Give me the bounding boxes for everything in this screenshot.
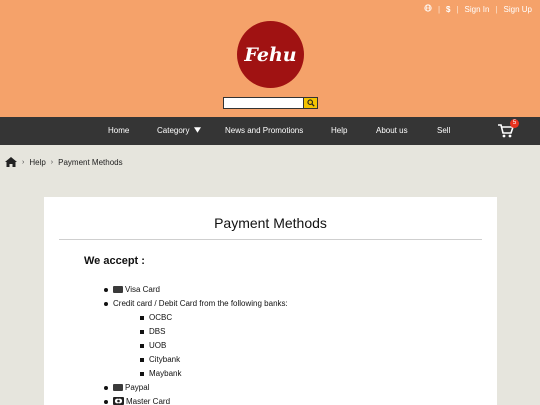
mastercard-label: Master Card xyxy=(126,397,171,405)
nav-help[interactable]: Help xyxy=(331,117,347,145)
list-item: Visa Card xyxy=(104,283,288,297)
breadcrumb: › Help › Payment Methods xyxy=(5,157,123,167)
sign-in-link[interactable]: Sign In xyxy=(465,5,490,14)
credit-label: Credit card / Debit Card from the follow… xyxy=(113,299,288,308)
chevron-right-icon: › xyxy=(22,158,25,166)
list-item: Master Card xyxy=(104,395,288,405)
search-button[interactable] xyxy=(303,97,318,109)
bank-item: OCBC xyxy=(104,311,288,325)
search-input[interactable] xyxy=(223,97,303,109)
divider: | xyxy=(495,4,498,14)
page-title: Payment Methods xyxy=(214,215,327,231)
bank-label: DBS xyxy=(149,327,166,336)
bank-label: Citybank xyxy=(149,355,181,364)
payment-list: Visa Card Credit card / Debit Card from … xyxy=(104,283,288,405)
divider xyxy=(59,239,482,240)
cart-count-badge: 5 xyxy=(510,119,519,128)
breadcrumb-current: Payment Methods xyxy=(58,157,123,167)
paypal-icon xyxy=(113,384,123,391)
visa-icon xyxy=(113,286,123,293)
bank-label: Maybank xyxy=(149,369,182,378)
search-icon xyxy=(306,99,315,107)
globe-icon[interactable] xyxy=(424,4,432,14)
bank-item: DBS xyxy=(104,325,288,339)
home-icon[interactable] xyxy=(5,157,17,167)
nav-category-label: Category xyxy=(157,126,190,135)
caret-down-icon xyxy=(193,127,201,133)
nav-news-promotions[interactable]: News and Promotions xyxy=(225,117,303,145)
bank-item: Maybank xyxy=(104,367,288,381)
divider: | xyxy=(456,4,459,14)
bank-label: OCBC xyxy=(149,313,173,322)
bank-label: UOB xyxy=(149,341,167,350)
site-logo[interactable]: Fehu xyxy=(237,21,304,88)
chevron-right-icon: › xyxy=(50,158,54,166)
sign-up-link[interactable]: Sign Up xyxy=(504,5,532,14)
mastercard-icon xyxy=(113,397,124,405)
paypal-label: Paypal xyxy=(125,383,150,392)
accept-heading: We accept : xyxy=(84,255,145,267)
main-nav: Home Category News and Promotions Help A… xyxy=(0,117,540,145)
nav-home[interactable]: Home xyxy=(108,117,129,145)
site-header: | $ | Sign In | Sign Up Fehu xyxy=(0,0,540,117)
list-item: Paypal xyxy=(104,381,288,395)
bank-item: Citybank xyxy=(104,353,288,367)
list-item: Credit card / Debit Card from the follow… xyxy=(104,297,288,311)
divider: | xyxy=(437,4,441,14)
search-bar xyxy=(223,97,318,109)
visa-label: Visa Card xyxy=(125,285,160,294)
nav-category[interactable]: Category xyxy=(157,117,201,145)
top-links: | $ | Sign In | Sign Up xyxy=(424,4,532,14)
breadcrumb-help[interactable]: Help xyxy=(29,158,45,167)
nav-about[interactable]: About us xyxy=(376,117,408,145)
currency-button[interactable]: $ xyxy=(446,5,450,14)
bank-item: UOB xyxy=(104,339,288,353)
nav-sell[interactable]: Sell xyxy=(437,117,450,145)
